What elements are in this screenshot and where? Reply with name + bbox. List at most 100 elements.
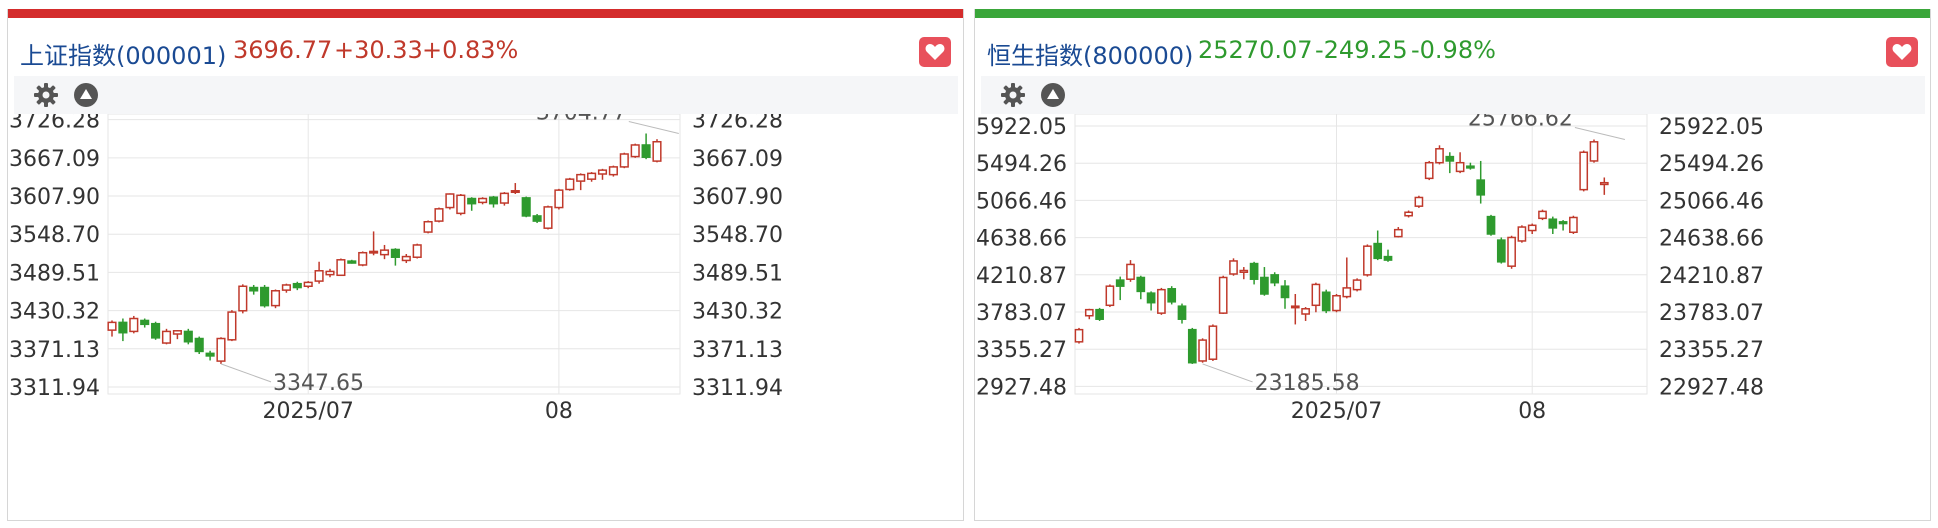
collapse-button[interactable] (72, 81, 100, 109)
favorite-heart-button[interactable] (1886, 37, 1918, 67)
y-tick-label-right: 3371.13 (692, 338, 783, 363)
candle (336, 258, 346, 277)
candle-body (1352, 279, 1362, 291)
candle (1486, 214, 1496, 236)
candle-body (172, 330, 182, 335)
candle-body (1146, 292, 1156, 304)
index-change: +30.33 (334, 36, 423, 64)
candle-body (1218, 276, 1228, 314)
candle (1290, 294, 1300, 325)
candle-body (194, 337, 204, 353)
candle-body (107, 321, 117, 331)
candle (597, 168, 608, 180)
candle (1187, 327, 1197, 364)
candle (1084, 308, 1094, 320)
candle-body (1476, 179, 1486, 196)
panel-top-bar (975, 9, 1930, 18)
annotation-leader (1574, 127, 1626, 140)
candle (1218, 275, 1228, 314)
annotation-leader (1202, 363, 1253, 383)
y-tick-label-left: 3726.28 (9, 114, 100, 134)
high-annotation: 25766.62 (1468, 114, 1573, 132)
y-tick-label-right: 23355.27 (1659, 338, 1764, 363)
candle (1229, 258, 1238, 276)
candle (499, 192, 509, 206)
y-tick-label-right: 24638.66 (1659, 227, 1764, 252)
candle-body (129, 317, 139, 333)
candle-body (488, 196, 499, 205)
candle (521, 196, 531, 218)
candle (107, 320, 117, 337)
candle-body (1383, 255, 1393, 261)
chart-toolbar (14, 76, 958, 114)
chart-panel-sse: 上证指数(000001) 3696.77 +30.33 +0.83% 3726.… (7, 9, 964, 521)
candle-body (369, 250, 379, 254)
high-annotation: 3704.77 (536, 114, 627, 126)
gear-icon (1001, 83, 1025, 107)
candle (1435, 145, 1444, 165)
candle-body (390, 248, 400, 258)
candle (347, 259, 357, 264)
candle-body (467, 197, 477, 205)
candle (1496, 237, 1506, 264)
candle (216, 337, 226, 364)
candle-body (216, 337, 226, 362)
candle (630, 143, 640, 158)
candle (445, 193, 455, 210)
candle-body (1280, 285, 1290, 299)
candle-body (521, 197, 531, 217)
y-tick-label-left: 3311.94 (9, 376, 100, 401)
candle-body (1393, 228, 1403, 238)
candle (1249, 261, 1259, 285)
candle (270, 289, 281, 309)
candle-body (238, 285, 248, 312)
candle-body (281, 284, 291, 291)
candle (1466, 162, 1475, 170)
y-tick-label-right: 25494.26 (1659, 152, 1764, 177)
candle (1538, 209, 1547, 221)
candle-body (1095, 308, 1104, 320)
candle (118, 318, 128, 342)
candle (194, 336, 204, 354)
candle (1404, 210, 1413, 218)
index-name[interactable]: 上证指数(000001) (20, 36, 226, 71)
candlestick-chart-sse: 3726.28 3726.28 3667.09 3667.09 3607.90 3607.… (9, 114, 783, 424)
heart-icon (1892, 44, 1912, 60)
y-tick-label-right: 3489.51 (692, 261, 783, 286)
candle-body (1517, 226, 1527, 242)
settings-button[interactable] (32, 81, 60, 109)
collapse-button[interactable] (1039, 81, 1067, 109)
candle-body (1579, 151, 1589, 191)
candle (423, 220, 433, 234)
candle (1342, 257, 1352, 299)
settings-button[interactable] (999, 81, 1027, 109)
favorite-heart-button[interactable] (919, 37, 951, 67)
candle-body (1084, 308, 1094, 317)
y-tick-label-left: 25494.26 (975, 152, 1067, 177)
candle (641, 133, 651, 160)
candle (554, 188, 564, 210)
candle-body (1538, 210, 1547, 220)
candle-body (576, 173, 586, 182)
candle (1105, 284, 1115, 308)
candle-body (1311, 283, 1321, 307)
candle (434, 207, 444, 223)
candle (488, 195, 499, 208)
candle-body (260, 286, 270, 307)
candle-body (1373, 242, 1383, 260)
index-name[interactable]: 恒生指数(800000) (987, 36, 1193, 71)
candle (565, 177, 575, 191)
y-tick-label-right: 3667.09 (692, 147, 783, 172)
index-change-pct: -0.98% (1411, 36, 1496, 64)
candle-body (543, 206, 553, 229)
candle (1517, 225, 1527, 243)
candle (478, 197, 488, 205)
y-tick-label-right: 3548.70 (692, 223, 783, 248)
candle (608, 165, 618, 177)
candle (325, 268, 335, 278)
candle (1198, 338, 1207, 363)
candle-body (1290, 305, 1300, 309)
candle-body (1455, 161, 1465, 173)
x-tick-label: 08 (545, 399, 573, 424)
candle (1414, 195, 1424, 208)
